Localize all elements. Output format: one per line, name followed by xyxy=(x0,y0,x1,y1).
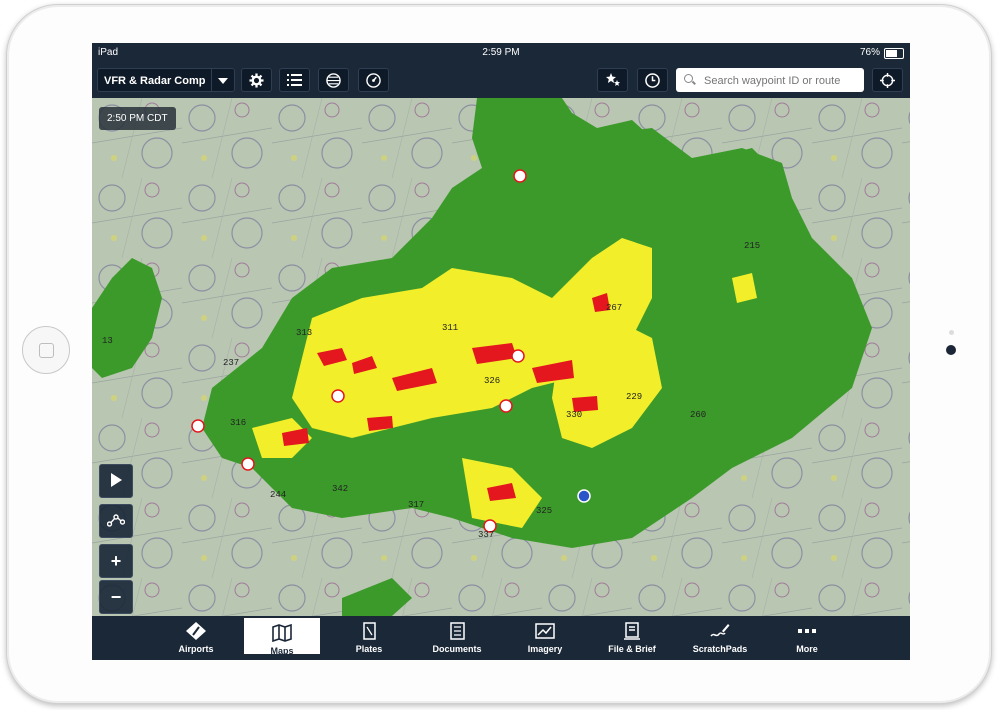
map-label: 215 xyxy=(744,241,761,251)
clock-icon xyxy=(645,73,660,88)
list-icon xyxy=(287,74,302,86)
battery-icon xyxy=(884,48,904,59)
radar-timestamp: 2:50 PM CDT xyxy=(99,107,176,130)
tab-imagery[interactable]: Imagery xyxy=(507,616,583,660)
search-input[interactable] xyxy=(702,71,864,91)
layer-selector-label: VFR & Radar Comp xyxy=(104,75,206,87)
more-icon xyxy=(798,629,816,633)
tab-airports[interactable]: Airports xyxy=(158,616,234,660)
recents-button[interactable] xyxy=(637,68,668,92)
map-label: 237 xyxy=(223,358,240,368)
sensor xyxy=(949,330,954,335)
map-label: 260 xyxy=(690,410,707,420)
instruments-button[interactable] xyxy=(358,68,389,92)
top-toolbar: VFR & Radar Comp xyxy=(92,63,910,98)
tab-maps[interactable]: Maps xyxy=(244,618,320,656)
map-label: 317 xyxy=(408,500,425,510)
gauge-icon xyxy=(366,73,381,88)
play-icon xyxy=(111,473,122,487)
tab-scratchpads[interactable]: ScratchPads xyxy=(682,616,758,660)
map-label: 326 xyxy=(484,376,501,386)
home-button[interactable] xyxy=(22,326,70,374)
favorites-button[interactable] xyxy=(597,68,628,92)
map-label: 244 xyxy=(270,490,287,500)
map-label: 267 xyxy=(606,303,623,313)
route-tool-button[interactable] xyxy=(99,504,133,538)
map-label: 342 xyxy=(332,484,349,494)
crosshair-icon xyxy=(880,73,895,88)
search-icon xyxy=(684,74,693,83)
map-view[interactable]: 2:50 PM CDT 313 311 267 215 237 326 330 … xyxy=(92,98,910,616)
route-globe-button[interactable] xyxy=(318,68,349,92)
play-animation-button[interactable] xyxy=(99,464,133,498)
zoom-in-button[interactable]: + xyxy=(99,544,133,578)
map-label: 316 xyxy=(230,418,247,428)
stars-icon xyxy=(605,73,620,86)
map-label: 325 xyxy=(536,506,553,516)
map-label: 313 xyxy=(296,328,313,338)
tab-plates[interactable]: Plates xyxy=(331,616,407,660)
route-icon xyxy=(106,514,126,527)
locate-button[interactable] xyxy=(872,68,903,92)
globe-icon xyxy=(326,73,341,88)
map-icon xyxy=(272,624,292,642)
radar-overlay xyxy=(92,98,910,616)
map-label: 13 xyxy=(102,336,113,346)
app-screen: iPad 2:59 PM 76% VFR & Radar Comp Search… xyxy=(92,43,910,660)
map-layer-selector[interactable]: VFR & Radar Comp xyxy=(97,68,235,92)
map-label: 330 xyxy=(566,410,583,420)
scratchpad-icon xyxy=(710,624,730,637)
waypoint-search[interactable] xyxy=(676,68,864,92)
tab-documents[interactable]: Documents xyxy=(419,616,495,660)
file-brief-icon xyxy=(624,622,640,640)
layers-list-button[interactable] xyxy=(279,68,310,92)
tab-more[interactable]: More xyxy=(769,616,845,660)
bottom-tab-bar: Airports Maps Plates Documents Imagery F… xyxy=(92,616,910,660)
documents-icon xyxy=(450,622,465,640)
tab-file-brief[interactable]: File & Brief xyxy=(594,616,670,660)
status-bar: iPad 2:59 PM 76% xyxy=(92,43,910,63)
map-label: 337 xyxy=(478,530,495,540)
zoom-out-button[interactable]: − xyxy=(99,580,133,614)
map-label: 229 xyxy=(626,392,643,402)
camera xyxy=(946,345,956,355)
settings-button[interactable] xyxy=(241,68,272,92)
map-label: 311 xyxy=(442,323,459,333)
battery-percent: 76% xyxy=(859,47,880,58)
gear-icon xyxy=(249,73,264,88)
chevron-down-icon[interactable] xyxy=(211,69,234,91)
imagery-icon xyxy=(535,623,555,639)
airport-icon xyxy=(186,622,206,640)
plates-icon xyxy=(363,622,376,640)
clock: 2:59 PM xyxy=(482,47,520,58)
